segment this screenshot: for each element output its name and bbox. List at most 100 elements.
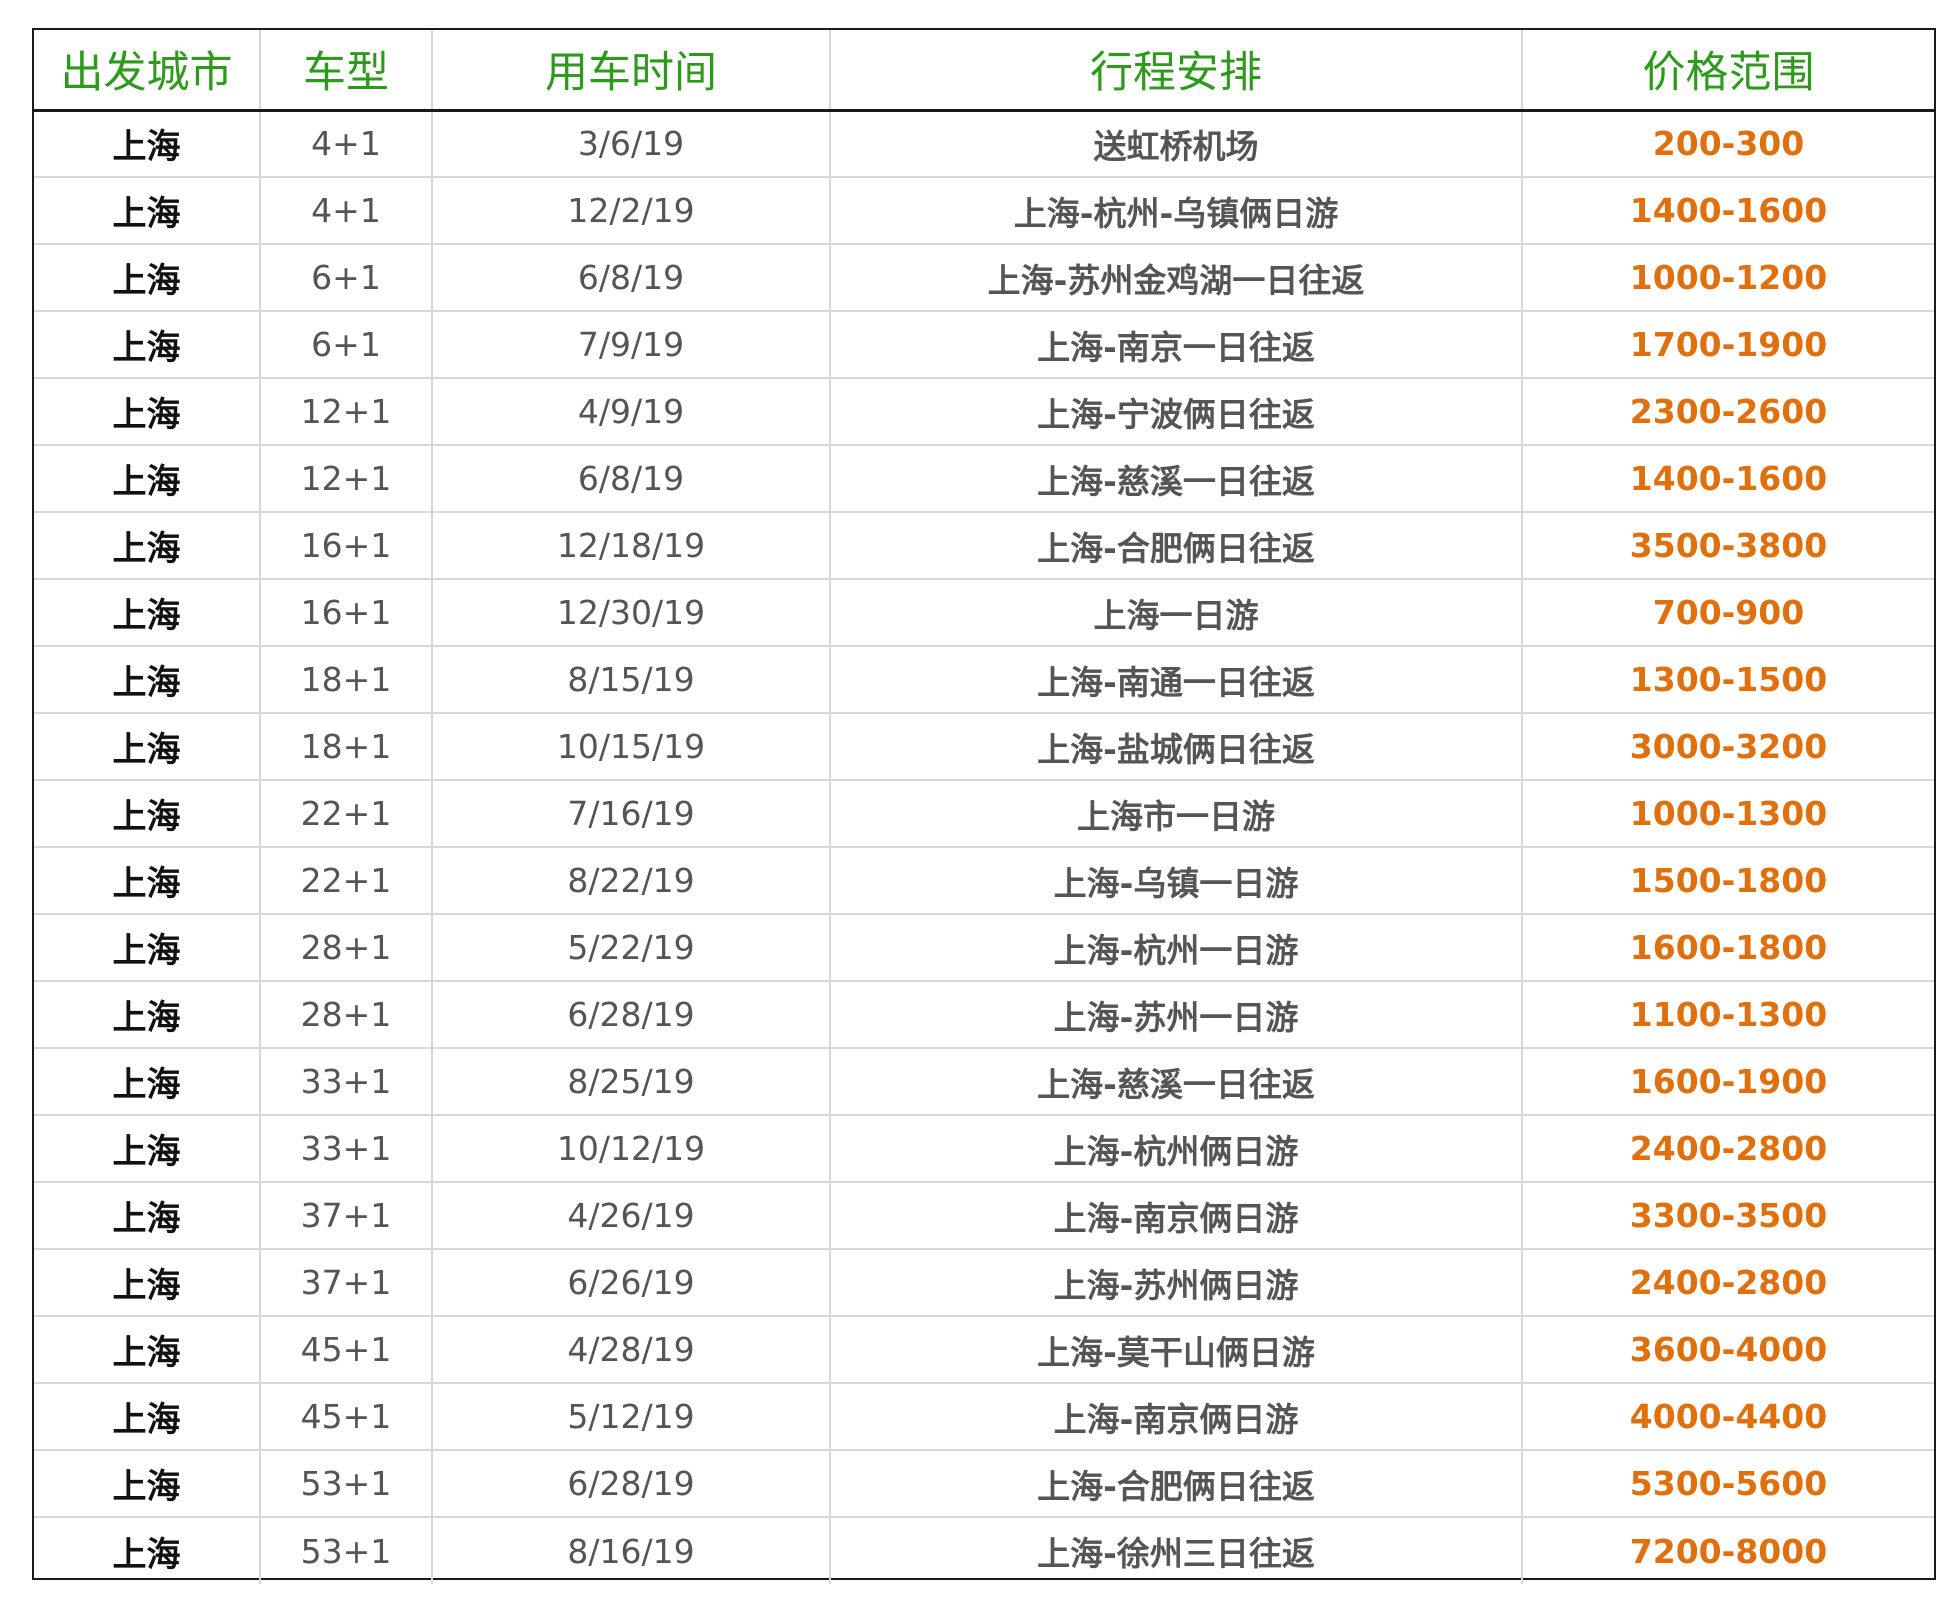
cell-date: 6/28/19: [432, 1450, 831, 1518]
table-row: 上海 16+1 12/18/19 上海-合肥俩日往返 3500-3800: [34, 512, 1934, 580]
cell-vehicle: 53+1: [260, 1450, 433, 1518]
cell-vehicle: 45+1: [260, 1316, 433, 1384]
cell-date: 8/25/19: [432, 1048, 831, 1116]
cell-price: 3600-4000: [1522, 1316, 1934, 1384]
cell-city: 上海: [34, 1450, 261, 1518]
cell-vehicle: 33+1: [260, 1115, 433, 1183]
cell-price: 2400-2800: [1522, 1115, 1934, 1183]
table-row: 上海 45+1 5/12/19 上海-南京俩日游 4000-4400: [34, 1383, 1934, 1451]
cell-city: 上海: [34, 445, 261, 513]
cell-price: 1400-1600: [1522, 445, 1934, 513]
cell-vehicle: 22+1: [260, 847, 433, 915]
cell-city: 上海: [34, 1249, 261, 1317]
cell-date: 6/8/19: [432, 244, 831, 312]
header-itinerary: 行程安排: [830, 30, 1523, 112]
cell-city: 上海: [34, 1048, 261, 1116]
cell-vehicle: 18+1: [260, 646, 433, 714]
cell-itinerary: 上海-莫干山俩日游: [830, 1316, 1523, 1384]
cell-vehicle: 12+1: [260, 378, 433, 446]
cell-price: 3000-3200: [1522, 713, 1934, 781]
table-row: 上海 18+1 10/15/19 上海-盐城俩日往返 3000-3200: [34, 713, 1934, 781]
cell-itinerary: 上海-慈溪一日往返: [830, 1048, 1523, 1116]
table-row: 上海 6+1 6/8/19 上海-苏州金鸡湖一日往返 1000-1200: [34, 244, 1934, 312]
cell-price: 1000-1200: [1522, 244, 1934, 312]
cell-city: 上海: [34, 914, 261, 982]
header-date: 用车时间: [432, 30, 831, 112]
table-row: 上海 16+1 12/30/19 上海一日游 700-900: [34, 579, 1934, 647]
cell-date: 8/15/19: [432, 646, 831, 714]
cell-vehicle: 28+1: [260, 914, 433, 982]
table-row: 上海 22+1 8/22/19 上海-乌镇一日游 1500-1800: [34, 847, 1934, 915]
cell-price: 3500-3800: [1522, 512, 1934, 580]
cell-itinerary: 上海-徐州三日往返: [830, 1517, 1523, 1584]
cell-itinerary: 上海-南京俩日游: [830, 1383, 1523, 1451]
cell-vehicle: 45+1: [260, 1383, 433, 1451]
cell-date: 8/22/19: [432, 847, 831, 915]
cell-itinerary: 上海-苏州俩日游: [830, 1249, 1523, 1317]
cell-itinerary: 上海市一日游: [830, 780, 1523, 848]
cell-date: 5/12/19: [432, 1383, 831, 1451]
cell-date: 5/22/19: [432, 914, 831, 982]
cell-vehicle: 18+1: [260, 713, 433, 781]
cell-city: 上海: [34, 512, 261, 580]
cell-city: 上海: [34, 1316, 261, 1384]
cell-price: 1600-1900: [1522, 1048, 1934, 1116]
table-row: 上海 12+1 6/8/19 上海-慈溪一日往返 1400-1600: [34, 445, 1934, 513]
cell-city: 上海: [34, 579, 261, 647]
cell-price: 700-900: [1522, 579, 1934, 647]
cell-vehicle: 53+1: [260, 1517, 433, 1584]
cell-itinerary: 上海-盐城俩日往返: [830, 713, 1523, 781]
cell-vehicle: 4+1: [260, 110, 433, 178]
cell-itinerary: 上海-南通一日往返: [830, 646, 1523, 714]
cell-itinerary: 上海-苏州一日游: [830, 981, 1523, 1049]
table-row: 上海 18+1 8/15/19 上海-南通一日往返 1300-1500: [34, 646, 1934, 714]
cell-city: 上海: [34, 1182, 261, 1250]
cell-date: 4/28/19: [432, 1316, 831, 1384]
cell-price: 1300-1500: [1522, 646, 1934, 714]
cell-date: 6/26/19: [432, 1249, 831, 1317]
cell-itinerary: 上海-南京俩日游: [830, 1182, 1523, 1250]
cell-city: 上海: [34, 244, 261, 312]
pricing-table: 出发城市 车型 用车时间 行程安排 价格范围 上海 4+1 3/6/19 送虹桥机场 2…: [34, 30, 1934, 1584]
cell-city: 上海: [34, 981, 261, 1049]
cell-date: 4/26/19: [432, 1182, 831, 1250]
cell-vehicle: 28+1: [260, 981, 433, 1049]
cell-itinerary: 送虹桥机场: [830, 110, 1523, 178]
cell-date: 3/6/19: [432, 110, 831, 178]
table-row: 上海 28+1 5/22/19 上海-杭州一日游 1600-1800: [34, 914, 1934, 982]
table-row: 上海 37+1 4/26/19 上海-南京俩日游 3300-3500: [34, 1182, 1934, 1250]
header-row: 出发城市 车型 用车时间 行程安排 价格范围: [34, 30, 1934, 112]
cell-vehicle: 37+1: [260, 1249, 433, 1317]
cell-price: 1700-1900: [1522, 311, 1934, 379]
cell-vehicle: 16+1: [260, 579, 433, 647]
table-row: 上海 4+1 3/6/19 送虹桥机场 200-300: [34, 110, 1934, 178]
cell-itinerary: 上海-杭州俩日游: [830, 1115, 1523, 1183]
table-row: 上海 12+1 4/9/19 上海-宁波俩日往返 2300-2600: [34, 378, 1934, 446]
header-city: 出发城市: [34, 30, 261, 112]
table-row: 上海 37+1 6/26/19 上海-苏州俩日游 2400-2800: [34, 1249, 1934, 1317]
table-header: 出发城市 车型 用车时间 行程安排 价格范围: [34, 30, 1934, 112]
cell-city: 上海: [34, 1517, 261, 1584]
header-vehicle: 车型: [260, 30, 433, 112]
cell-vehicle: 37+1: [260, 1182, 433, 1250]
cell-date: 7/9/19: [432, 311, 831, 379]
cell-date: 12/18/19: [432, 512, 831, 580]
cell-date: 10/12/19: [432, 1115, 831, 1183]
cell-city: 上海: [34, 713, 261, 781]
cell-city: 上海: [34, 780, 261, 848]
cell-city: 上海: [34, 311, 261, 379]
table-body: 上海 4+1 3/6/19 送虹桥机场 200-300 上海 4+1 12/2/19 上海-杭州…: [34, 110, 1934, 1584]
cell-price: 1400-1600: [1522, 177, 1934, 245]
cell-date: 6/8/19: [432, 445, 831, 513]
table-row: 上海 22+1 7/16/19 上海市一日游 1000-1300: [34, 780, 1934, 848]
cell-itinerary: 上海-杭州-乌镇俩日游: [830, 177, 1523, 245]
cell-vehicle: 6+1: [260, 244, 433, 312]
cell-vehicle: 4+1: [260, 177, 433, 245]
cell-price: 1500-1800: [1522, 847, 1934, 915]
table-row: 上海 6+1 7/9/19 上海-南京一日往返 1700-1900: [34, 311, 1934, 379]
cell-itinerary: 上海-南京一日往返: [830, 311, 1523, 379]
cell-price: 1600-1800: [1522, 914, 1934, 982]
cell-city: 上海: [34, 177, 261, 245]
cell-city: 上海: [34, 110, 261, 178]
cell-price: 1100-1300: [1522, 981, 1934, 1049]
